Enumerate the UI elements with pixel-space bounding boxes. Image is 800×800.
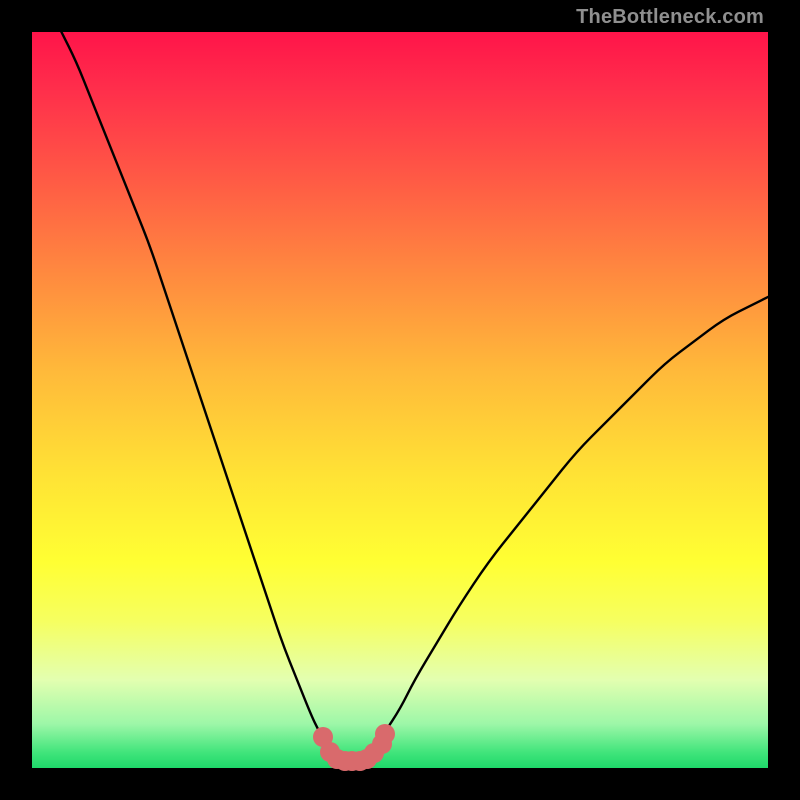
plot-area: [32, 32, 768, 768]
trough-marker: [375, 724, 395, 744]
watermark-text: TheBottleneck.com: [576, 6, 764, 29]
chart-frame: TheBottleneck.com: [0, 0, 800, 800]
